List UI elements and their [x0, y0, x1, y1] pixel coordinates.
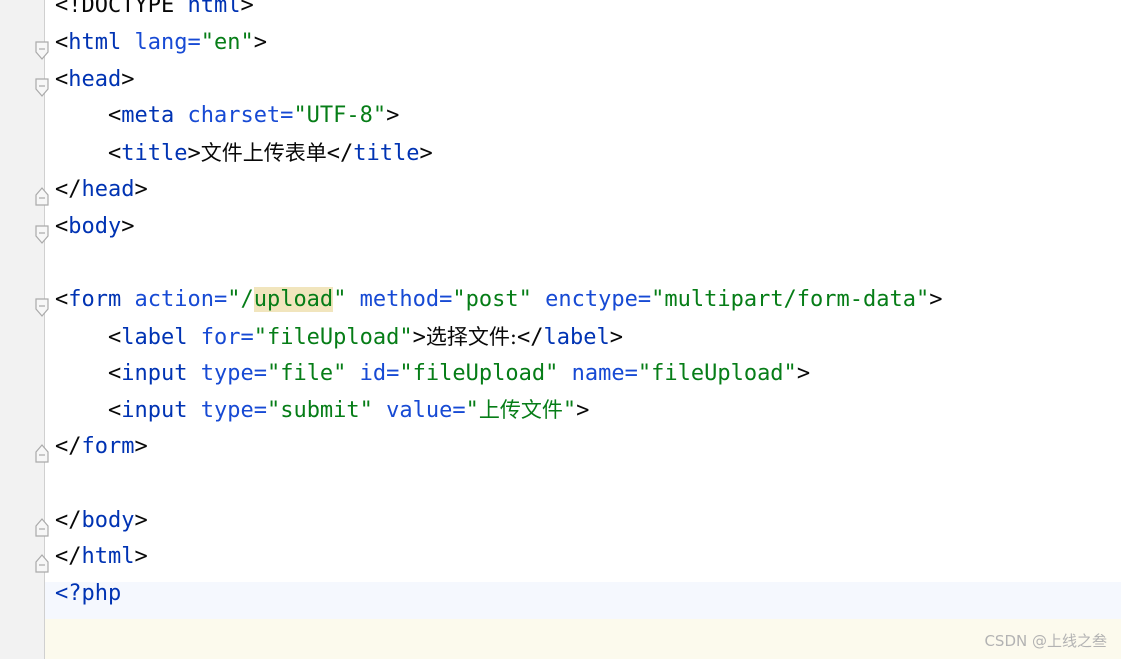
- code-line: </html>: [45, 545, 1121, 582]
- fold-open-icon[interactable]: [35, 225, 49, 245]
- fold-close-icon[interactable]: [35, 443, 49, 463]
- fold-close-icon[interactable]: [35, 553, 49, 573]
- code-line: </body>: [45, 509, 1121, 546]
- code-line: <body>: [45, 215, 1121, 252]
- fold-open-icon[interactable]: [35, 298, 49, 318]
- code-line: <label for="fileUpload">选择文件:</label>: [45, 325, 1121, 362]
- code-text: </form>: [55, 434, 148, 459]
- search-highlight: upload: [253, 287, 334, 312]
- code-line: </form>: [45, 435, 1121, 472]
- code-text: <meta charset="UTF-8">: [55, 103, 400, 128]
- code-line: <form action="/upload" method="post" enc…: [45, 287, 1121, 325]
- code-line: <?php: [45, 582, 1121, 619]
- code-text: <html lang="en">: [55, 30, 267, 55]
- fold-open-icon[interactable]: [35, 41, 49, 61]
- code-line: <title>文件上传表单</title>: [45, 141, 1121, 178]
- code-text: <body>: [55, 214, 135, 239]
- code-line: <!DOCTYPE html>: [45, 0, 1121, 31]
- watermark: CSDN @上线之叁: [984, 632, 1107, 650]
- code-text: <label for="fileUpload">选择文件:</label>: [55, 325, 623, 350]
- fold-close-icon[interactable]: [35, 517, 49, 537]
- code-text: </html>: [55, 544, 148, 569]
- code-line: <input type="submit" value="上传文件">: [45, 398, 1121, 435]
- code-line: <meta charset="UTF-8">: [45, 104, 1121, 141]
- fold-close-icon[interactable]: [35, 186, 49, 206]
- current-line[interactable]: [45, 619, 1121, 659]
- code-line: <head>: [45, 68, 1121, 105]
- code-text: </head>: [55, 177, 148, 202]
- code-text: <title>文件上传表单</title>: [55, 141, 433, 166]
- code-line: <input type="file" id="fileUpload" name=…: [45, 362, 1121, 399]
- code-text: <?php: [55, 581, 122, 606]
- code-text: </body>: [55, 508, 148, 533]
- code-line: </head>: [45, 178, 1121, 215]
- code-line: <html lang="en">: [45, 31, 1121, 68]
- code-text: <input type="file" id="fileUpload" name=…: [55, 361, 811, 386]
- fold-open-icon[interactable]: [35, 78, 49, 98]
- code-text: <!DOCTYPE html>: [55, 0, 254, 18]
- code-editor[interactable]: <!DOCTYPE html> <html lang="en"> <head> …: [45, 0, 1121, 659]
- code-text: <input type="submit" value="上传文件">: [55, 398, 590, 423]
- code-text: <head>: [55, 67, 135, 92]
- code-text: <form action="/upload" method="post" enc…: [55, 287, 943, 312]
